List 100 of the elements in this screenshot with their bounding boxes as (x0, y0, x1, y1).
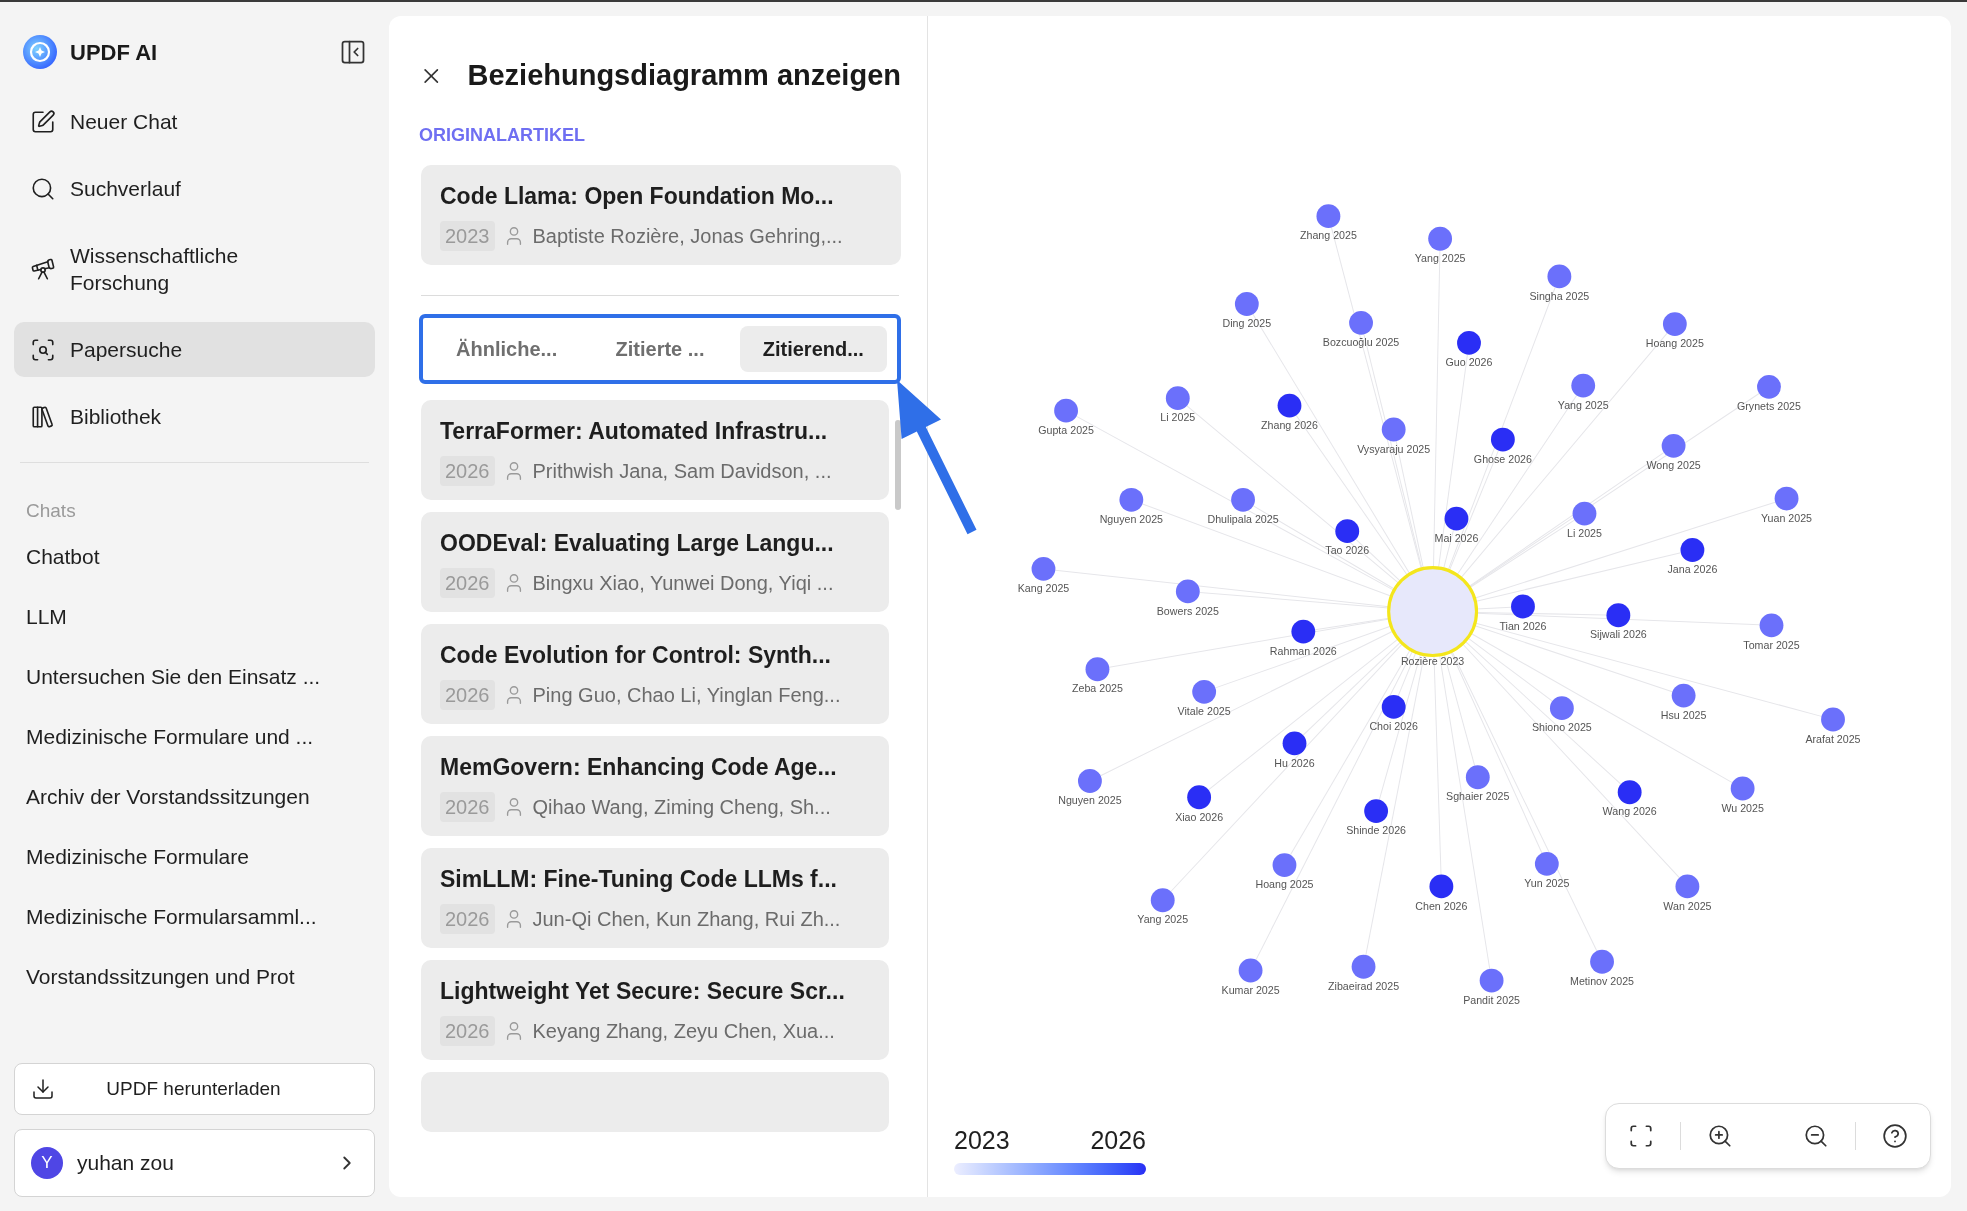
paper-title: MemGovern: Enhancing Code Age... (440, 752, 838, 782)
node-label: Mai 2026 (1434, 531, 1479, 544)
paper-card[interactable]: MemGovern: Enhancing Code Age... 2026 Qihao Wang, Ziming Cheng, Sh... (421, 735, 889, 836)
paper-title: Lightweight Yet Secure: Secure Scr... (440, 976, 846, 1006)
paper-card[interactable]: OODEval: Evaluating Large Langu... 2026 Bingxu Xiao, Yunwei Dong, Yiqi ... (421, 511, 889, 612)
node-label: Jana 2026 (1667, 563, 1718, 576)
node-label: Zhang 2025 (1299, 229, 1357, 242)
node-label: Zibaeirad 2025 (1328, 979, 1400, 992)
tab[interactable]: Ähnliche... (433, 325, 581, 372)
user-profile[interactable]: Y yuhan zou (14, 1129, 375, 1197)
node-label: Singha 2025 (1529, 289, 1590, 302)
node-label: Kang 2025 (1017, 582, 1070, 595)
legend-label: 2023 (954, 1124, 1010, 1156)
node-label: Ding 2025 (1222, 317, 1272, 330)
paper-authors: Baptiste Rozière, Jonas Gehring,... (532, 223, 843, 249)
tab[interactable]: Zitierte ... (586, 325, 734, 372)
chat-item[interactable]: Chatbot (26, 541, 363, 571)
chat-item[interactable]: Medizinische Formulare (26, 841, 363, 871)
user-name: yuhan zou (77, 1150, 175, 1177)
paper-title: OODEval: Evaluating Large Langu... (440, 528, 835, 558)
nav-item[interactable]: Suchverlauf (14, 161, 375, 216)
node-label: Yang 2025 (1557, 398, 1609, 411)
node-label: Tomar 2025 (1743, 638, 1800, 651)
nav-item[interactable]: Wissenschaftliche Forschung (14, 228, 375, 310)
node-label: Nguyen 2025 (1058, 794, 1122, 807)
app-name: UPDF AI (70, 38, 158, 67)
paper-title: SimLLM: Fine-Tuning Code LLMs f... (440, 864, 838, 894)
node-label: Yuan 2025 (1761, 511, 1813, 524)
download-button[interactable]: UPDF herunterladen (14, 1063, 375, 1115)
node-label: Wang 2026 (1602, 805, 1657, 818)
chat-item[interactable]: LLM (26, 601, 363, 631)
node-label: Sghaier 2025 (1446, 790, 1510, 803)
chat-item[interactable]: Medizinische Formulare und ... (26, 721, 363, 751)
paper-authors: Keyang Zhang, Zeyu Chen, Xua... (532, 1018, 835, 1044)
node-label: Zhang 2026 (1261, 418, 1318, 431)
node-label: Guo 2026 (1445, 356, 1493, 369)
year-tag: 2026 (440, 567, 495, 598)
node-label: Bozcuoğlu 2025 (1322, 336, 1400, 349)
chat-item[interactable]: Medizinische Formularsamml... (26, 901, 363, 931)
node-label: Hoang 2025 (1645, 337, 1704, 350)
year-tag: 2026 (440, 791, 495, 822)
paper-title: Code Evolution for Control: Synth... (440, 640, 832, 670)
node-label: Grynets 2025 (1737, 400, 1801, 413)
node-label: Wong 2025 (1646, 459, 1701, 472)
node-label: Rahman 2026 (1269, 644, 1337, 657)
chat-item[interactable]: Untersuchen Sie den Einsatz ... (26, 661, 363, 691)
legend-label: 2026 (1090, 1124, 1146, 1156)
year-tag: 2026 (440, 455, 495, 486)
tab[interactable]: Zitierend... (739, 325, 887, 372)
node-label: Chen 2026 (1415, 899, 1468, 912)
panel-title: Beziehungsdiagramm anzeigen (467, 58, 901, 93)
node-label: Shiono 2025 (1531, 721, 1592, 734)
paper-title: TerraFormer: Automated Infrastru... (440, 416, 829, 446)
node-label: Metinov 2025 (1570, 974, 1635, 987)
node-label: Yang 2025 (1414, 251, 1466, 264)
paper-authors: Jun-Qi Chen, Kun Zhang, Rui Zh... (532, 906, 841, 932)
node-label: Ghose 2026 (1473, 452, 1532, 465)
chats-heading: Chats (25, 499, 77, 523)
node-label: Li 2025 (1567, 526, 1602, 539)
node-label: Shinde 2026 (1346, 824, 1407, 837)
node-label: Tao 2026 (1325, 544, 1370, 557)
year-tag: 2026 (440, 679, 495, 710)
node-label: Kumar 2025 (1221, 983, 1280, 996)
node-label: Yun 2025 (1524, 877, 1570, 890)
paper-card[interactable]: Lightweight Yet Secure: Secure Scr... 2026 Keyang Zhang, Zeyu Chen, Xua... (421, 959, 889, 1060)
node-label: Li 2025 (1160, 411, 1196, 424)
chat-item[interactable]: Archiv der Vorstandssitzungen (26, 781, 363, 811)
section-label: ORIGINALARTIKEL (419, 123, 586, 147)
node-label: Choi 2026 (1369, 720, 1418, 733)
nav-item[interactable]: Papersuche (14, 322, 375, 377)
paper-card[interactable]: Code Llama: Open Foundation Mo... 2023 Baptiste Rozière, Jonas Gehring,... (421, 164, 901, 265)
year-tag: 2026 (440, 903, 495, 934)
node-label: Gupta 2025 (1038, 423, 1094, 436)
paper-authors: Qihao Wang, Ziming Cheng, Sh... (532, 794, 831, 820)
node-label: Pandit 2025 (1463, 993, 1521, 1006)
paper-authors: Prithwish Jana, Sam Davidson, ... (532, 458, 832, 484)
node-label: Xiao 2026 (1175, 810, 1224, 823)
node-label: Hu 2026 (1274, 756, 1315, 769)
user-avatar: Y (31, 1147, 63, 1179)
paper-card[interactable]: SimLLM: Fine-Tuning Code LLMs f... 2026 Jun-Qi Chen, Kun Zhang, Rui Zh... (421, 847, 889, 948)
node-label: Arafat 2025 (1805, 732, 1861, 745)
node-label: Dhulipala 2025 (1207, 513, 1279, 526)
paper-card[interactable]: TerraFormer: Automated Infrastru... 2026 Prithwish Jana, Sam Davidson, ... (421, 399, 889, 500)
node-label: Vitale 2025 (1177, 705, 1231, 718)
node-label: Yang 2025 (1137, 913, 1189, 926)
node-label: Vysyaraju 2025 (1357, 442, 1431, 455)
node-label: Hoang 2025 (1255, 878, 1314, 891)
paper-card[interactable]: Code Evolution for Control: Synth... 2026 Ping Guo, Chao Li, Yinglan Feng... (421, 623, 889, 724)
node-label: Wan 2025 (1663, 899, 1712, 912)
node-label: Hsu 2025 (1660, 708, 1707, 721)
node-label: Wu 2025 (1721, 801, 1764, 814)
node-label: Sijwali 2026 (1589, 628, 1647, 641)
paper-title: Code Llama: Open Foundation Mo... (440, 181, 835, 211)
chat-item[interactable]: Vorstandssitzungen und Prot (26, 961, 363, 991)
node-label: Nguyen 2025 (1099, 513, 1164, 526)
paper-authors: Bingxu Xiao, Yunwei Dong, Yiqi ... (532, 570, 834, 596)
nav-item[interactable]: Bibliothek (14, 389, 375, 444)
node-label: Bowers 2025 (1156, 604, 1219, 617)
nav-item[interactable]: Neuer Chat (14, 94, 375, 149)
node-label: Tian 2026 (1499, 619, 1547, 632)
